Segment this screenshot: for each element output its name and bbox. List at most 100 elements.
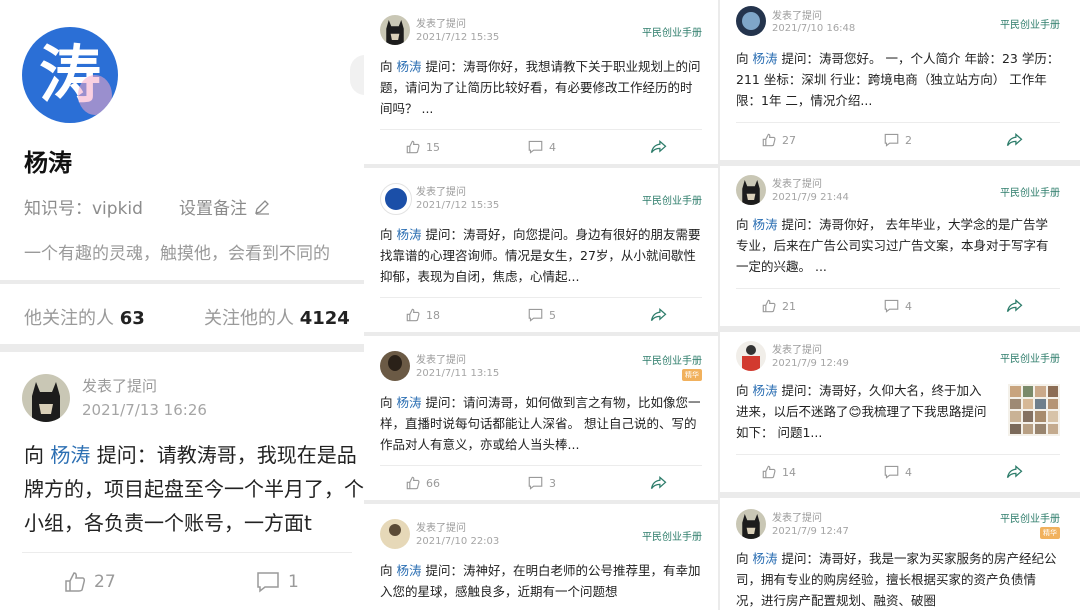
feed-column-3: 发表了提问 2021/7/10 16:48 平民创业手册 向 杨涛 提问：涛哥您… xyxy=(720,0,1080,610)
mention-link[interactable]: 杨涛 xyxy=(397,59,422,74)
side-edge-button[interactable] xyxy=(350,55,364,95)
share-arrow-icon xyxy=(1006,133,1023,146)
author-avatar[interactable] xyxy=(736,509,766,539)
card-divider xyxy=(380,465,702,466)
post-body: 向 杨涛 提问：涛神好，在明白老师的公号推荐里，有幸加入您的星球，感触良多，近期… xyxy=(380,563,701,599)
mention-link[interactable]: 杨涛 xyxy=(397,395,422,410)
share-arrow-icon xyxy=(1006,299,1023,312)
author-avatar[interactable] xyxy=(736,341,766,371)
post-time: 2021/7/9 12:49 xyxy=(772,358,849,369)
post-card[interactable]: 发表了提问 2021/7/12 15:35 平民创业手册 向 杨涛 提问：涛哥你… xyxy=(364,0,718,164)
set-remark-label: 设置备注 xyxy=(179,199,247,219)
share-button[interactable] xyxy=(1006,465,1023,479)
mention-link[interactable]: 杨涛 xyxy=(753,551,778,566)
following-stat[interactable]: 他关注的人 63 xyxy=(24,304,145,330)
post-card[interactable]: 发表了提问 2021/7/10 16:48 平民创业手册 向 杨涛 提问：涛哥您… xyxy=(720,0,1080,160)
author-avatar[interactable] xyxy=(736,175,766,205)
card-divider xyxy=(22,552,352,553)
like-button[interactable]: 15 xyxy=(406,140,440,154)
like-button[interactable]: 27 xyxy=(64,571,116,593)
person-photo-icon xyxy=(388,355,402,371)
post-time: 2021/7/9 12:47 xyxy=(772,526,849,537)
like-button[interactable]: 21 xyxy=(762,299,796,313)
comment-button[interactable]: 2 xyxy=(884,133,912,147)
mention-link[interactable]: 杨涛 xyxy=(397,227,422,242)
comment-button[interactable]: 4 xyxy=(884,299,912,313)
mention-link[interactable]: 杨涛 xyxy=(753,51,778,66)
mention-link[interactable]: 杨涛 xyxy=(397,563,422,578)
profile-card: 涛 杨涛 知识号：vipkid 设置备注 一个有趣的灵魂，触摸他，会看到不同的 xyxy=(0,0,364,280)
followers-count: 4124 xyxy=(299,308,350,329)
attached-image-thumbnail[interactable] xyxy=(1008,384,1060,436)
post-action-text: 发表了提问 xyxy=(416,187,466,198)
post-body: 向 杨涛 提问：涛哥好，久仰大名，终于加入进来，以后不迷路了😊我梳理了下我思路提… xyxy=(736,383,987,440)
post-card-large[interactable]: 发表了提问 2021/7/13 16:26 向 杨涛 提问：请教涛哥，我现在是品… xyxy=(0,352,364,610)
person-photo-icon xyxy=(746,345,756,355)
comment-button[interactable]: 4 xyxy=(884,465,912,479)
mention-link[interactable]: 杨涛 xyxy=(50,443,90,467)
comment-button[interactable]: 5 xyxy=(528,308,556,322)
source-label[interactable]: 平民创业手册 xyxy=(1000,350,1060,365)
like-button[interactable]: 27 xyxy=(762,133,796,147)
comment-button[interactable]: 4 xyxy=(528,140,556,154)
source-label[interactable]: 平民创业手册 xyxy=(642,528,702,543)
source-label[interactable]: 平民创业手册 xyxy=(1000,510,1060,525)
post-card[interactable]: 发表了提问 2021/7/12 15:35 平民创业手册 向 杨涛 提问：涛哥好… xyxy=(364,168,718,332)
like-count: 66 xyxy=(426,476,440,490)
share-arrow-icon xyxy=(650,140,667,153)
feed-column-2: 发表了提问 2021/7/12 15:35 平民创业手册 向 杨涛 提问：涛哥你… xyxy=(364,0,718,610)
mention-link[interactable]: 杨涛 xyxy=(753,217,778,232)
comment-icon xyxy=(528,140,543,154)
comment-button[interactable]: 1 xyxy=(256,571,299,593)
author-avatar[interactable] xyxy=(22,374,70,422)
author-avatar[interactable] xyxy=(380,519,410,549)
share-arrow-icon xyxy=(650,476,667,489)
like-button[interactable]: 18 xyxy=(406,308,440,322)
mention-link[interactable]: 杨涛 xyxy=(753,383,778,398)
author-avatar[interactable] xyxy=(380,183,412,215)
planet-photo-icon xyxy=(742,12,760,30)
source-label[interactable]: 平民创业手册 xyxy=(642,192,702,207)
comment-count: 4 xyxy=(549,140,556,154)
like-button[interactable]: 14 xyxy=(762,465,796,479)
share-button[interactable] xyxy=(1006,299,1023,313)
post-card[interactable]: 发表了提问 2021/7/9 12:47 平民创业手册 精华 向 杨涛 提问：涛… xyxy=(720,498,1080,610)
profile-avatar[interactable]: 涛 xyxy=(22,27,118,123)
post-card[interactable]: 发表了提问 2021/7/11 13:15 平民创业手册 精华 向 杨涛 提问：… xyxy=(364,336,718,500)
batman-icon xyxy=(742,514,760,539)
set-remark-button[interactable]: 设置备注 xyxy=(179,194,271,219)
followers-stat[interactable]: 关注他的人 4124 xyxy=(204,304,350,330)
like-count: 27 xyxy=(94,572,116,592)
comment-button[interactable]: 3 xyxy=(528,476,556,490)
author-avatar[interactable] xyxy=(380,351,410,381)
featured-tag: 精华 xyxy=(682,369,702,381)
post-action-text: 发表了提问 xyxy=(772,513,822,524)
thumbs-up-icon xyxy=(762,465,776,479)
post-card[interactable]: 发表了提问 2021/7/9 12:49 平民创业手册 向 杨涛 提问：涛哥好，… xyxy=(720,332,1080,492)
share-arrow-icon xyxy=(650,308,667,321)
like-count: 21 xyxy=(782,299,796,313)
author-avatar[interactable] xyxy=(380,15,410,45)
post-body: 向 杨涛 提问：涛哥你好， 去年毕业，大学念的是广告学专业，后来在广告公司实习过… xyxy=(736,217,1049,274)
comment-count: 3 xyxy=(549,476,556,490)
batman-icon xyxy=(742,180,760,205)
share-button[interactable] xyxy=(650,308,667,322)
source-label[interactable]: 平民创业手册 xyxy=(1000,184,1060,199)
source-label[interactable]: 平民创业手册 xyxy=(642,24,702,39)
comment-count: 1 xyxy=(288,572,299,592)
share-button[interactable] xyxy=(650,476,667,490)
source-label[interactable]: 平民创业手册 xyxy=(642,352,702,367)
following-count: 63 xyxy=(119,308,145,329)
thumbs-up-icon xyxy=(406,140,420,154)
like-count: 15 xyxy=(426,140,440,154)
share-button[interactable] xyxy=(650,140,667,154)
author-avatar[interactable] xyxy=(736,6,766,36)
source-label[interactable]: 平民创业手册 xyxy=(1000,16,1060,31)
like-count: 18 xyxy=(426,308,440,322)
share-arrow-icon xyxy=(1006,465,1023,478)
share-button[interactable] xyxy=(1006,133,1023,147)
post-card[interactable]: 发表了提问 2021/7/10 22:03 平民创业手册 向 杨涛 提问：涛神好… xyxy=(364,504,718,610)
post-card[interactable]: 发表了提问 2021/7/9 21:44 平民创业手册 向 杨涛 提问：涛哥你好… xyxy=(720,166,1080,326)
post-time: 2021/7/12 15:35 xyxy=(416,32,500,43)
like-button[interactable]: 66 xyxy=(406,476,440,490)
